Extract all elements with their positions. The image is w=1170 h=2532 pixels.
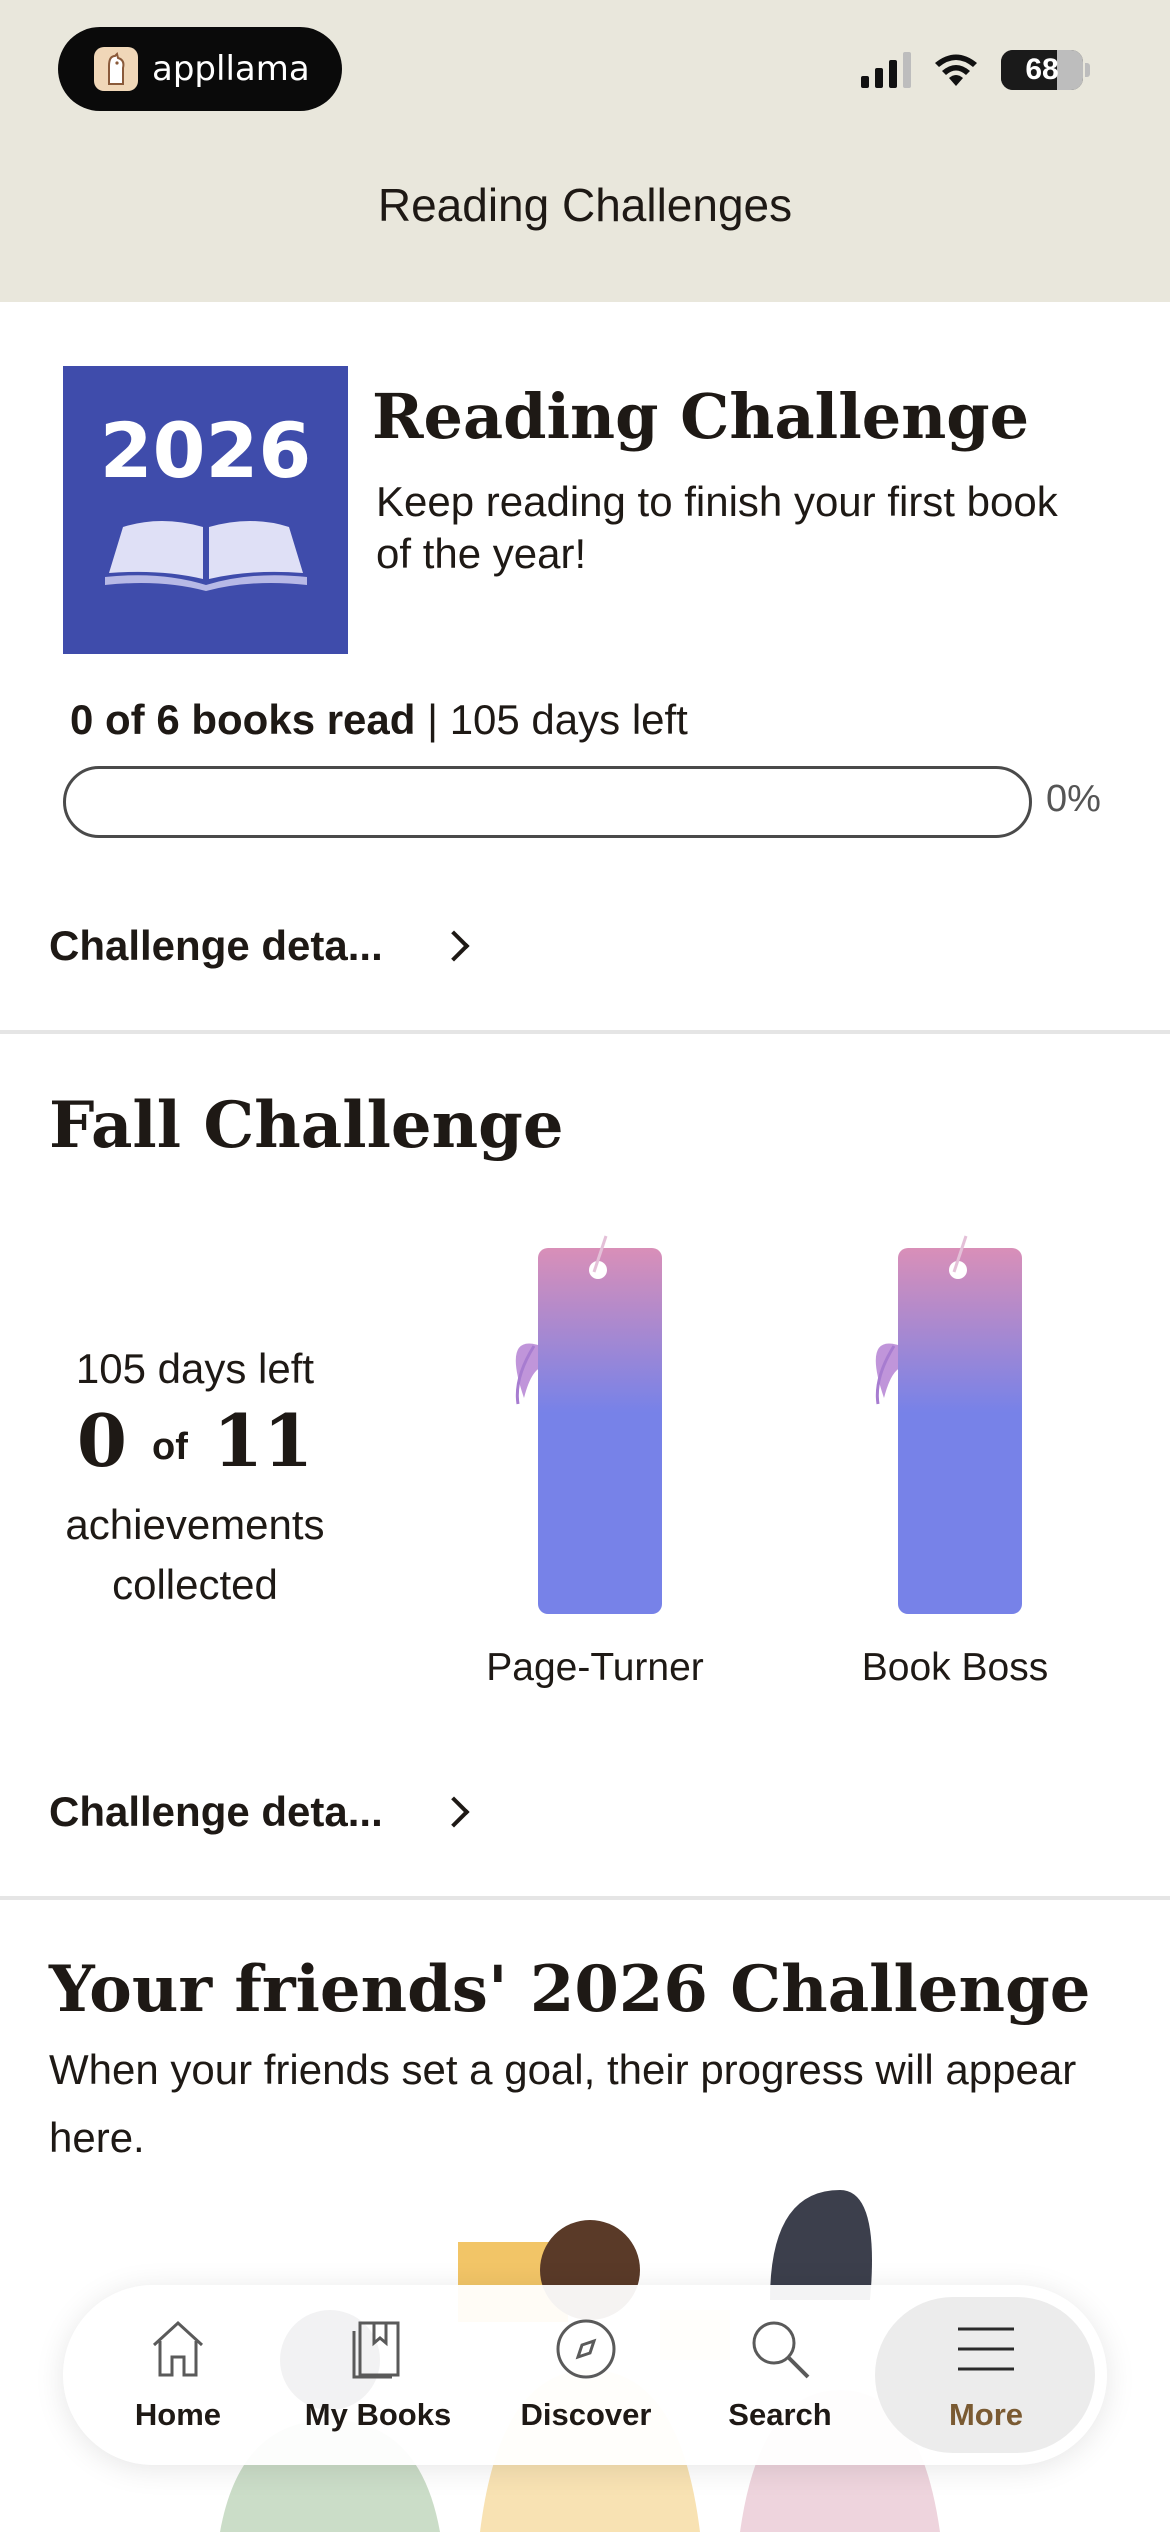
achievements-label: achievements collected bbox=[65, 1501, 325, 1608]
reading-challenge-details-link[interactable]: Challenge deta... bbox=[49, 922, 470, 970]
details-label: Challenge deta... bbox=[49, 1788, 383, 1835]
fall-challenge-stats: 105 days left 0 of 11 achievements colle… bbox=[40, 1345, 350, 1615]
badge-label-book-boss: Book Boss bbox=[861, 1646, 1049, 1689]
page-turner-bookmark-icon[interactable] bbox=[494, 1228, 694, 1628]
achievements-total: 11 bbox=[212, 1398, 314, 1483]
tab-home[interactable]: Home bbox=[103, 2285, 253, 2465]
tab-more[interactable]: More bbox=[911, 2285, 1061, 2465]
bookmark-book-icon bbox=[352, 2321, 400, 2379]
section-divider bbox=[0, 1896, 1170, 1900]
chevron-right-icon bbox=[438, 1796, 470, 1828]
reading-challenge-title: Reading Challenge bbox=[372, 380, 1030, 453]
achievements-of: of bbox=[152, 1426, 188, 1468]
battery-icon: 68 bbox=[1001, 50, 1083, 90]
fall-days-left: 105 days left bbox=[75, 1345, 315, 1392]
tab-search[interactable]: Search bbox=[705, 2285, 855, 2465]
book-boss-bookmark-icon[interactable] bbox=[854, 1228, 1054, 1628]
home-icon bbox=[152, 2320, 204, 2377]
reading-progress-percent: 0% bbox=[1046, 778, 1101, 820]
friends-challenge-title: Your friends' 2026 Challenge bbox=[49, 1952, 1091, 2027]
badge-label-page-turner: Page-Turner bbox=[486, 1646, 704, 1689]
fall-challenge-title: Fall Challenge bbox=[49, 1088, 564, 1163]
tab-label: My Books bbox=[304, 2397, 452, 2432]
tab-label: Home bbox=[134, 2397, 222, 2432]
app-indicator-pill: appllama bbox=[58, 27, 342, 111]
details-label: Challenge deta... bbox=[49, 922, 383, 969]
cellular-signal-icon bbox=[861, 52, 911, 88]
app-name: appllama bbox=[152, 49, 310, 89]
books-read-count: 0 of 6 books read bbox=[70, 696, 416, 743]
llama-logo-icon bbox=[94, 47, 138, 91]
open-book-icon bbox=[104, 521, 307, 591]
tab-label: Discover bbox=[520, 2397, 652, 2432]
reading-progress-bar bbox=[63, 766, 1032, 838]
progress-separator: | bbox=[415, 696, 450, 743]
achievements-count: 0 of 11 bbox=[40, 1393, 350, 1495]
bottom-tab-bar: Home My Books Discover Search More bbox=[63, 2285, 1107, 2465]
friends-challenge-subtitle: When your friends set a goal, their prog… bbox=[49, 2046, 1077, 2161]
challenge-cover-image[interactable]: 2026 bbox=[63, 366, 348, 654]
reading-challenge-subtitle: Keep reading to finish your first book o… bbox=[376, 478, 1058, 577]
tab-label: Search bbox=[728, 2397, 832, 2432]
chevron-right-icon bbox=[438, 930, 470, 962]
search-icon bbox=[752, 2321, 810, 2379]
page-title: Reading Challenges bbox=[377, 179, 793, 231]
tab-label: More bbox=[948, 2397, 1024, 2432]
achievements-collected-count: 0 bbox=[76, 1398, 127, 1483]
section-divider bbox=[0, 1030, 1170, 1034]
battery-level: 68 bbox=[1025, 53, 1059, 86]
tab-discover[interactable]: Discover bbox=[511, 2285, 661, 2465]
cover-year: 2026 bbox=[99, 406, 312, 495]
menu-icon bbox=[958, 2327, 1014, 2371]
top-header: appllama 68 Reading Challenges bbox=[0, 0, 1170, 302]
fall-challenge-details-link[interactable]: Challenge deta... bbox=[49, 1788, 470, 1836]
tab-my-books[interactable]: My Books bbox=[303, 2285, 453, 2465]
compass-icon bbox=[556, 2319, 616, 2379]
days-left: 105 days left bbox=[449, 696, 688, 743]
status-icons: 68 bbox=[861, 50, 1090, 90]
wifi-icon bbox=[935, 54, 977, 86]
reading-progress-text: 0 of 6 books read | 105 days left bbox=[70, 696, 688, 744]
